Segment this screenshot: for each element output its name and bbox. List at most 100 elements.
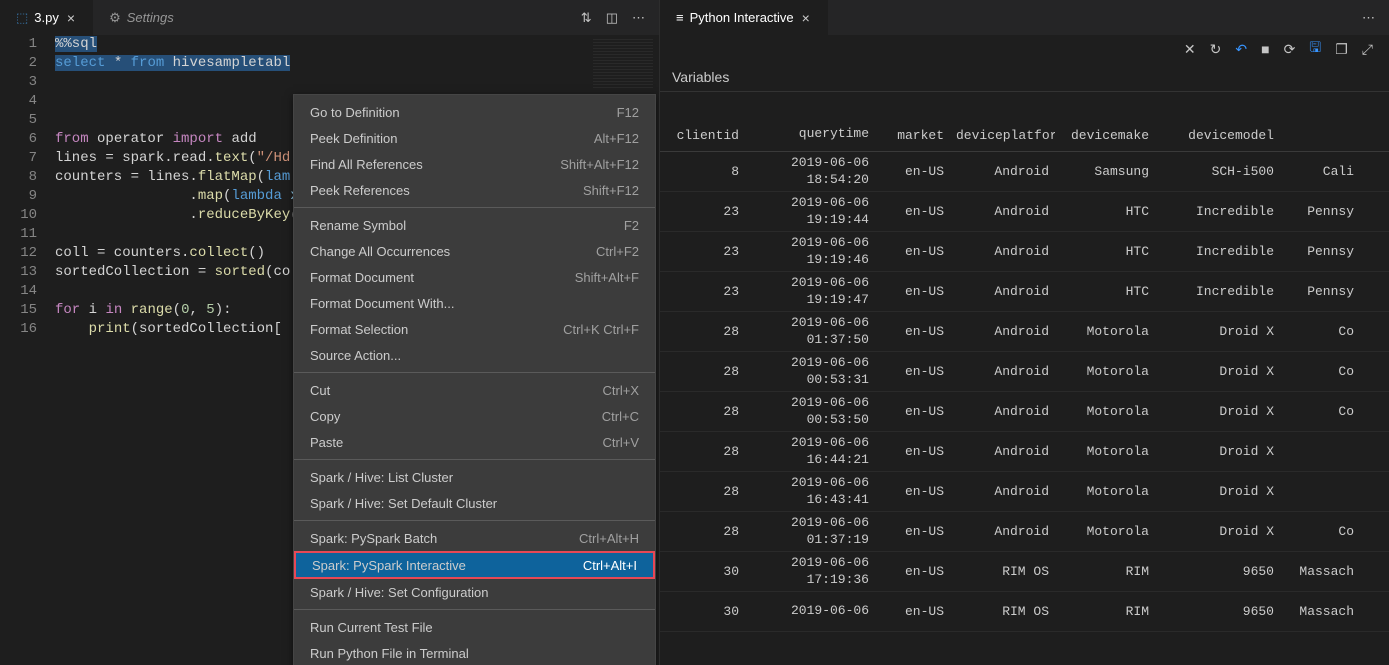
cell: en-US: [875, 484, 950, 499]
close-icon[interactable]: ×: [800, 10, 812, 26]
cell: 8: [660, 164, 745, 179]
tab-settings[interactable]: ⚙ Settings: [93, 0, 190, 35]
cell: Android: [950, 484, 1055, 499]
table-row[interactable]: 282019-06-06 16:43:41en-USAndroidMotorol…: [660, 472, 1389, 512]
undo-icon[interactable]: ↶: [1235, 41, 1247, 58]
cell: Incredible: [1155, 284, 1280, 299]
restart-icon[interactable]: ↻: [1210, 41, 1222, 58]
cell: en-US: [875, 364, 950, 379]
menu-item-label: Spark / Hive: Set Default Cluster: [310, 496, 497, 511]
menu-item[interactable]: CopyCtrl+C: [294, 403, 655, 429]
menu-item[interactable]: CutCtrl+X: [294, 377, 655, 403]
cell: Droid X: [1155, 484, 1280, 499]
menu-item[interactable]: Change All OccurrencesCtrl+F2: [294, 238, 655, 264]
code-editor[interactable]: 12345678910111213141516 %%sqlselect * fr…: [0, 35, 659, 665]
menu-item[interactable]: Format Document With...: [294, 290, 655, 316]
cell: Co: [1280, 324, 1360, 339]
cell: Droid X: [1155, 444, 1280, 459]
expand-icon[interactable]: ⤢: [1362, 41, 1373, 58]
more-icon[interactable]: ⋯: [1362, 10, 1375, 25]
menu-item[interactable]: Peek DefinitionAlt+F12: [294, 125, 655, 151]
cell: Android: [950, 364, 1055, 379]
cell: 2019-06-06 00:53:31: [745, 355, 875, 389]
cancel-icon[interactable]: ✕: [1184, 41, 1196, 58]
menu-item-label: Paste: [310, 435, 343, 450]
table-row[interactable]: 282019-06-06 16:44:21en-USAndroidMotorol…: [660, 432, 1389, 472]
cell: en-US: [875, 524, 950, 539]
menu-item-label: Copy: [310, 409, 340, 424]
menu-item-label: Source Action...: [310, 348, 401, 363]
table-row[interactable]: 232019-06-06 19:19:46en-USAndroidHTCIncr…: [660, 232, 1389, 272]
menu-item-shortcut: Ctrl+K Ctrl+F: [563, 322, 639, 337]
tab-3py[interactable]: ⬚ 3.py ×: [0, 0, 93, 35]
menu-item[interactable]: Spark: PySpark BatchCtrl+Alt+H: [294, 525, 655, 551]
table-row[interactable]: 232019-06-06 19:19:47en-USAndroidHTCIncr…: [660, 272, 1389, 312]
menu-item-label: Change All Occurrences: [310, 244, 450, 259]
menu-item[interactable]: Go to DefinitionF12: [294, 99, 655, 125]
more-icon[interactable]: ⋯: [632, 10, 645, 26]
menu-item[interactable]: Spark / Hive: List Cluster: [294, 464, 655, 490]
menu-item-label: Format Selection: [310, 322, 408, 337]
menu-item[interactable]: Run Python File in Terminal: [294, 640, 655, 665]
column-header[interactable]: devicemodel: [1155, 128, 1280, 143]
cell: 28: [660, 404, 745, 419]
menu-item[interactable]: Rename SymbolF2: [294, 212, 655, 238]
cell: Pennsy: [1280, 284, 1360, 299]
copy-icon[interactable]: ❐: [1335, 41, 1348, 58]
menu-item[interactable]: Spark: PySpark InteractiveCtrl+Alt+I: [294, 551, 655, 579]
close-icon[interactable]: ×: [65, 10, 77, 26]
cell: en-US: [875, 164, 950, 179]
table-row[interactable]: 82019-06-06 18:54:20en-USAndroidSamsungS…: [660, 152, 1389, 192]
stop-icon[interactable]: ■: [1261, 41, 1269, 57]
menu-item[interactable]: Spark / Hive: Set Configuration: [294, 579, 655, 605]
cell: en-US: [875, 404, 950, 419]
menu-item[interactable]: PasteCtrl+V: [294, 429, 655, 455]
cell: Motorola: [1055, 484, 1155, 499]
list-icon: ≡: [676, 10, 684, 25]
menu-item-label: Run Python File in Terminal: [310, 646, 469, 661]
cell: Co: [1280, 404, 1360, 419]
column-header[interactable]: deviceplatform: [950, 128, 1055, 143]
menu-item-label: Peek Definition: [310, 131, 397, 146]
menu-item[interactable]: Source Action...: [294, 342, 655, 368]
cell: 28: [660, 324, 745, 339]
menu-item[interactable]: Format Selection Ctrl+K Ctrl+F: [294, 316, 655, 342]
column-header[interactable]: clientid: [660, 128, 745, 143]
save-icon[interactable]: 🖫: [1309, 37, 1321, 61]
table-row[interactable]: 302019-06-06en-USRIM OSRIM9650Massach: [660, 592, 1389, 632]
cell: 30: [660, 564, 745, 579]
cell: Android: [950, 284, 1055, 299]
table-row[interactable]: 282019-06-06 01:37:19en-USAndroidMotorol…: [660, 512, 1389, 552]
split-editor-icon[interactable]: ◫: [606, 10, 618, 26]
table-row[interactable]: 302019-06-06 17:19:36en-USRIM OSRIM9650M…: [660, 552, 1389, 592]
menu-item-shortcut: Ctrl+X: [603, 383, 639, 398]
column-header[interactable]: querytime: [745, 126, 875, 143]
cell: SCH-i500: [1155, 164, 1280, 179]
menu-item[interactable]: Peek ReferencesShift+F12: [294, 177, 655, 203]
table-row[interactable]: 232019-06-06 19:19:44en-USAndroidHTCIncr…: [660, 192, 1389, 232]
cell: Motorola: [1055, 524, 1155, 539]
variables-title: Variables: [660, 63, 1389, 92]
cell: Droid X: [1155, 404, 1280, 419]
table-row[interactable]: 282019-06-06 01:37:50en-USAndroidMotorol…: [660, 312, 1389, 352]
column-header[interactable]: market: [875, 128, 950, 143]
tab-python-interactive[interactable]: ≡ Python Interactive ×: [660, 0, 828, 35]
compare-icon[interactable]: ⇅: [581, 10, 592, 26]
cell: 2019-06-06 19:19:44: [745, 195, 875, 229]
refresh-icon[interactable]: ⟳: [1284, 41, 1296, 58]
menu-item[interactable]: Format DocumentShift+Alt+F: [294, 264, 655, 290]
menu-item[interactable]: Spark / Hive: Set Default Cluster: [294, 490, 655, 516]
cell: Droid X: [1155, 524, 1280, 539]
menu-item[interactable]: Find All ReferencesShift+Alt+F12: [294, 151, 655, 177]
cell: Massach: [1280, 564, 1360, 579]
table-row[interactable]: 282019-06-06 00:53:50en-USAndroidMotorol…: [660, 392, 1389, 432]
column-header[interactable]: devicemake: [1055, 128, 1155, 143]
cell: 23: [660, 244, 745, 259]
cell: Motorola: [1055, 324, 1155, 339]
menu-item[interactable]: Run Current Test File: [294, 614, 655, 640]
menu-item-shortcut: Ctrl+Alt+H: [579, 531, 639, 546]
table-row[interactable]: 282019-06-06 00:53:31en-USAndroidMotorol…: [660, 352, 1389, 392]
cell: en-US: [875, 604, 950, 619]
menu-item-label: Format Document: [310, 270, 414, 285]
cell: Motorola: [1055, 364, 1155, 379]
